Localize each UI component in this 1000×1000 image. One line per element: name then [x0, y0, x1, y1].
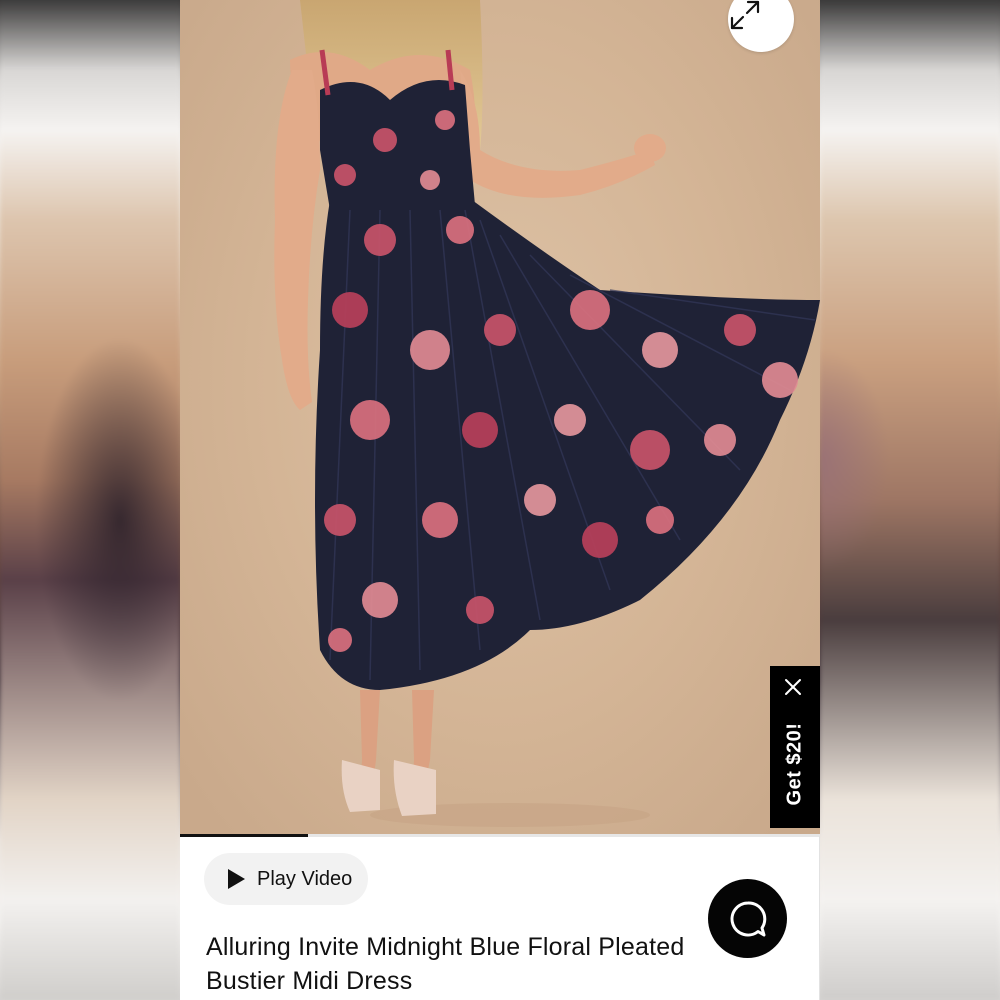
expand-arrows-icon: [730, 0, 760, 30]
blurred-background-left: [0, 0, 180, 1000]
promo-tab[interactable]: Get $20!: [770, 666, 820, 828]
gallery-progress-fill: [180, 834, 308, 837]
promo-label[interactable]: Get $20!: [784, 723, 807, 806]
chat-button[interactable]: [708, 879, 787, 958]
dress-illustration: [274, 0, 820, 827]
play-video-label: Play Video: [257, 867, 353, 890]
product-page: Get $20! Play Video Alluring Invite Midn…: [180, 0, 820, 1000]
product-title: Alluring Invite Midnight Blue Floral Ple…: [206, 933, 685, 995]
product-image[interactable]: Get $20!: [180, 0, 820, 836]
page-edge-divider: [819, 836, 820, 1000]
play-video-button[interactable]: Play Video: [204, 853, 368, 905]
play-icon: [228, 869, 245, 889]
chat-bubble-icon: [730, 901, 766, 936]
gallery-progress-track: [180, 834, 820, 837]
promo-close-button[interactable]: [784, 678, 806, 700]
blurred-background-right: [820, 0, 1000, 1000]
close-icon: [785, 679, 801, 695]
